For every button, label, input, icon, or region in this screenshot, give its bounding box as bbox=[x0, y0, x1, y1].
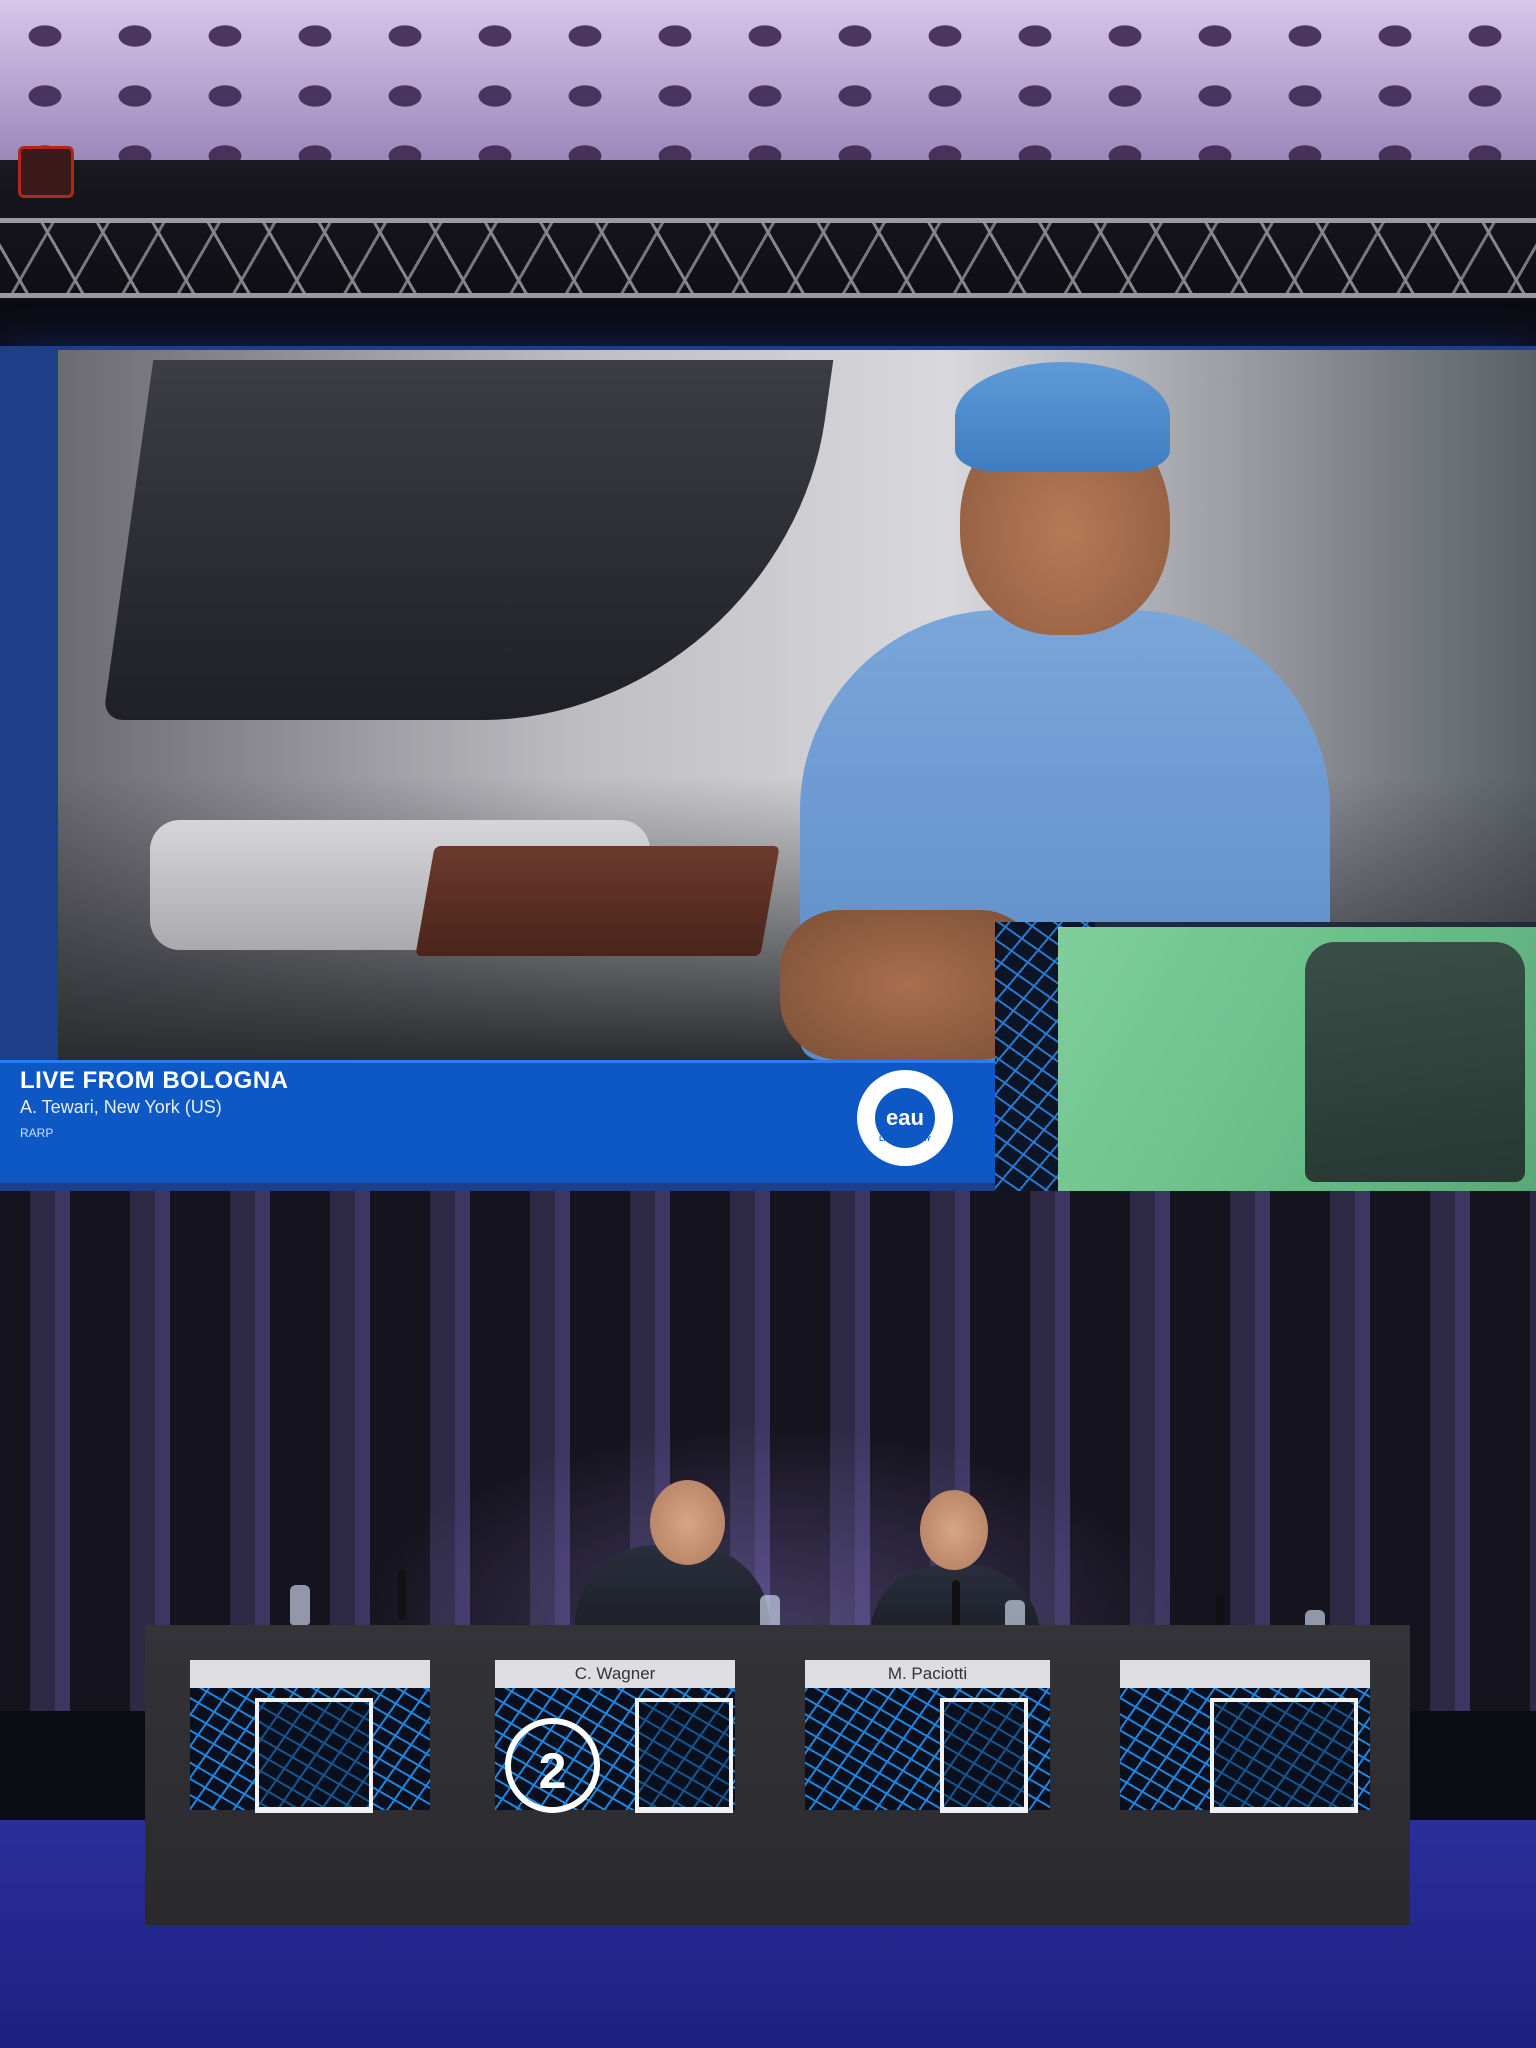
seat-name-m-paciotti: M. Paciotti bbox=[805, 1660, 1050, 1688]
broadcast-speaker: A. Tewari, New York (US) bbox=[20, 1097, 222, 1117]
seat-name bbox=[1120, 1660, 1370, 1688]
logo-ring-text: LIVE SURGERY bbox=[879, 1136, 931, 1143]
water-bottle bbox=[290, 1585, 310, 1625]
seat-name-c-wagner: C. Wagner bbox=[495, 1660, 735, 1688]
seat-panel-1 bbox=[190, 1660, 430, 1813]
microphone-icon bbox=[398, 1570, 406, 1620]
pip-robot-console bbox=[1305, 942, 1525, 1182]
lighting-truss bbox=[0, 218, 1536, 298]
microphone-icon bbox=[952, 1580, 960, 1630]
broadcast-title: LIVE FROM BOLOGNA bbox=[20, 1067, 289, 1094]
palace-building-icon bbox=[635, 1698, 733, 1813]
surgeon-cap bbox=[955, 362, 1170, 472]
seat-name bbox=[190, 1660, 430, 1688]
seat-panel-3: M. Paciotti bbox=[805, 1660, 1050, 1813]
panelist-right-face bbox=[920, 1490, 988, 1570]
seat-panel-4 bbox=[1120, 1660, 1370, 1813]
castle-building-icon bbox=[1210, 1698, 1358, 1813]
picture-in-picture bbox=[995, 922, 1536, 1192]
broadcast-procedure: RARP bbox=[20, 1126, 54, 1140]
console-book bbox=[415, 846, 780, 956]
camera-icon bbox=[18, 146, 74, 198]
eau-logo-icon: eau LIVE SURGERY bbox=[857, 1070, 953, 1166]
arch-building-icon bbox=[255, 1698, 373, 1813]
church-building-icon bbox=[940, 1698, 1028, 1813]
panelist-left-face bbox=[650, 1480, 725, 1565]
headphones-icon: 2 bbox=[505, 1718, 600, 1813]
